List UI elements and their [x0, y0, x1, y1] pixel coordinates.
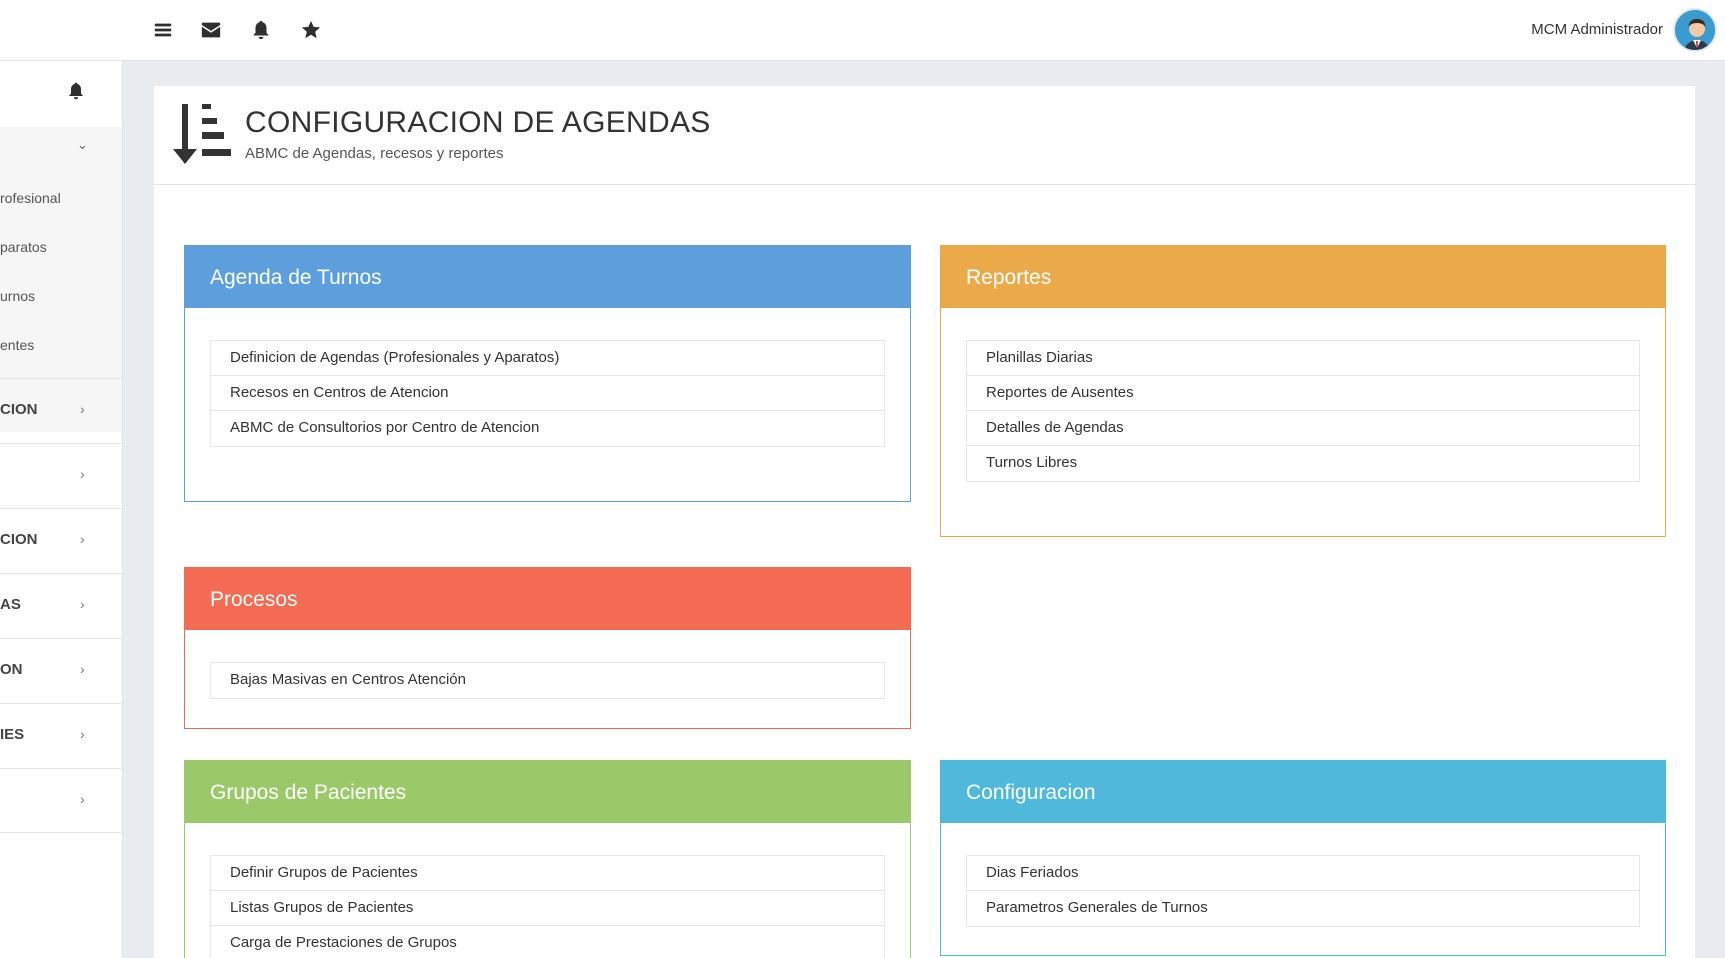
link-bajas-masivas[interactable]: Bajas Masivas en Centros Atención [211, 663, 884, 698]
link-detalles-agendas[interactable]: Detalles de Agendas [967, 411, 1639, 446]
link-definir-grupos[interactable]: Definir Grupos de Pacientes [211, 856, 884, 891]
sidebar-subitem-profesional[interactable]: rofesional [0, 190, 61, 206]
sidebar-item-6[interactable]: IES › [0, 703, 122, 768]
chevron-right-icon: › [80, 596, 85, 612]
sidebar-subitem-pacientes[interactable]: entes [0, 337, 34, 353]
card-title: Configuracion [966, 781, 1096, 804]
chevron-right-icon: › [80, 661, 85, 677]
menu-icon[interactable] [152, 19, 176, 43]
chevron-right-icon: › [80, 791, 85, 807]
link-parametros-generales[interactable]: Parametros Generales de Turnos [967, 891, 1639, 926]
star-icon[interactable] [300, 19, 324, 43]
card-link-list: Definir Grupos de Pacientes Listas Grupo… [210, 855, 885, 958]
sidebar-item-label: ON [0, 661, 23, 678]
link-carga-prestaciones[interactable]: Carga de Prestaciones de Grupos [211, 926, 884, 958]
card-agenda-de-turnos: Agenda de Turnos Definicion de Agendas (… [184, 245, 911, 502]
sidebar-item-label: IES [0, 726, 25, 743]
card-header: Agenda de Turnos [185, 246, 910, 308]
card-configuracion: Configuracion Dias Feriados Parametros G… [940, 760, 1666, 956]
link-listas-grupos[interactable]: Listas Grupos de Pacientes [211, 891, 884, 926]
card-reportes: Reportes Planillas Diarias Reportes de A… [940, 245, 1666, 537]
chevron-right-icon: › [80, 531, 85, 547]
avatar[interactable] [1673, 8, 1717, 52]
sidebar-item-4[interactable]: AS › [0, 573, 122, 638]
card-link-list: Dias Feriados Parametros Generales de Tu… [966, 855, 1640, 927]
card-title: Agenda de Turnos [210, 266, 382, 289]
link-reportes-ausentes[interactable]: Reportes de Ausentes [967, 376, 1639, 411]
link-turnos-libres[interactable]: Turnos Libres [967, 446, 1639, 481]
link-definicion-de-agendas[interactable]: Definicion de Agendas (Profesionales y A… [211, 341, 884, 376]
sort-amount-down-icon [172, 104, 234, 168]
sidebar-item-label: AS [0, 596, 21, 613]
card-header: Procesos [185, 568, 910, 630]
card-title: Reportes [966, 266, 1052, 289]
sidebar-item-5[interactable]: ON › [0, 638, 122, 703]
card-link-list: Bajas Masivas en Centros Atención [210, 662, 885, 699]
card-header: Grupos de Pacientes [185, 761, 910, 823]
chevron-right-icon: › [80, 401, 85, 417]
top-navbar: MCM Administrador [0, 0, 1725, 61]
sidebar-item-2[interactable]: › [0, 443, 122, 508]
card-link-list: Definicion de Agendas (Profesionales y A… [210, 340, 885, 447]
chevron-right-icon: › [80, 466, 85, 482]
chevron-down-icon[interactable]: ⌄ [77, 137, 88, 153]
sidebar-item-1[interactable]: CION › [0, 378, 122, 443]
card-link-list: Planillas Diarias Reportes de Ausentes D… [966, 340, 1640, 482]
link-abmc-consultorios[interactable]: ABMC de Consultorios por Centro de Atenc… [211, 411, 884, 446]
page-header: CONFIGURACION DE AGENDAS ABMC de Agendas… [154, 86, 1695, 185]
card-grupos-de-pacientes: Grupos de Pacientes Definir Grupos de Pa… [184, 760, 911, 958]
card-procesos: Procesos Bajas Masivas en Centros Atenci… [184, 567, 911, 729]
sidebar-item-7[interactable]: › [0, 768, 122, 833]
sidebar-subitem-aparatos[interactable]: paratos [0, 239, 47, 255]
sidebar-item-3[interactable]: CION › [0, 508, 122, 573]
sidebar-item-label: CION [0, 531, 38, 548]
main-content: CONFIGURACION DE AGENDAS ABMC de Agendas… [154, 86, 1695, 958]
sidebar: ⌄ rofesional paratos urnos entes CION › … [0, 61, 123, 958]
card-title: Grupos de Pacientes [210, 781, 407, 804]
page-subtitle: ABMC de Agendas, recesos y reportes [245, 145, 504, 162]
bell-icon[interactable] [250, 19, 274, 43]
link-recesos-centros[interactable]: Recesos en Centros de Atencion [211, 376, 884, 411]
sidebar-subitem-turnos[interactable]: urnos [0, 288, 35, 304]
chevron-right-icon: › [80, 726, 85, 742]
link-dias-feriados[interactable]: Dias Feriados [967, 856, 1639, 891]
user-name[interactable]: MCM Administrador [1531, 21, 1663, 38]
card-title: Procesos [210, 588, 298, 611]
card-header: Configuracion [941, 761, 1665, 823]
card-header: Reportes [941, 246, 1665, 308]
link-planillas-diarias[interactable]: Planillas Diarias [967, 341, 1639, 376]
envelope-icon[interactable] [200, 19, 224, 43]
sidebar-item-label: CION [0, 401, 38, 418]
page-title: CONFIGURACION DE AGENDAS [245, 106, 711, 139]
sidebar-bell-icon[interactable] [66, 81, 86, 101]
